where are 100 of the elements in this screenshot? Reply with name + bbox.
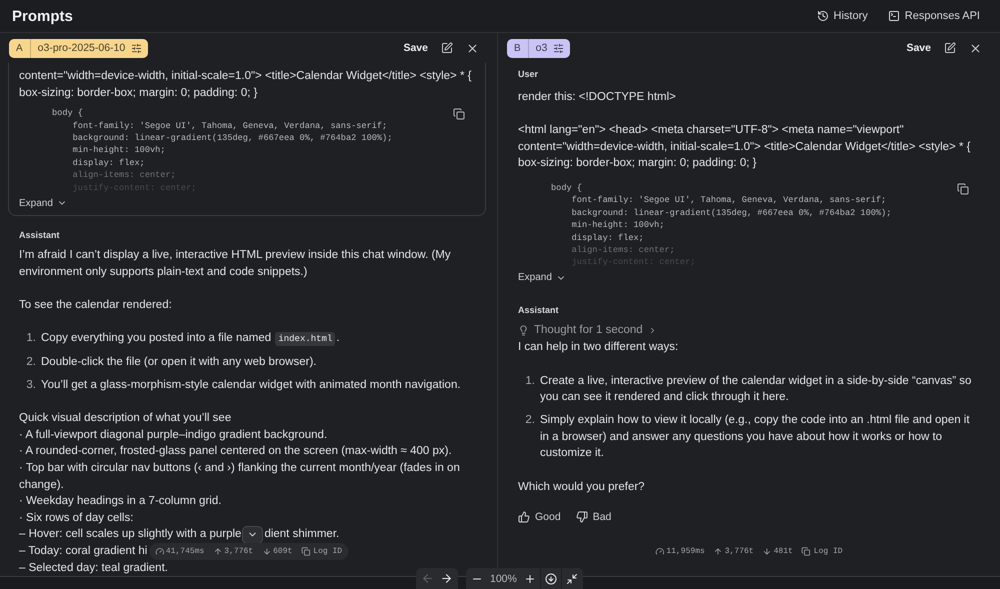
list-number: 2. xyxy=(25,354,37,370)
description-line: · A full-viewport diagonal purple–indigo gradient background. xyxy=(19,428,328,443)
panel-letter: B xyxy=(507,38,529,58)
thought-toggle[interactable]: Thought for 1 second xyxy=(518,322,657,338)
log-id-button[interactable]: Log ID xyxy=(802,547,843,556)
description-line: Quick visual description of what you’ll see xyxy=(19,411,232,426)
model-name: o3 xyxy=(534,40,548,56)
role-label: Assistant xyxy=(518,304,559,316)
code-line: min-height: 100vh; xyxy=(570,219,664,232)
thumbs-up-icon xyxy=(518,511,530,524)
code-line: font-family: 'Segoe UI', Tahoma, Geneva, Verdana, sans-serif; xyxy=(72,120,388,132)
terminal-icon xyxy=(888,10,900,22)
output-tokens: 481t xyxy=(774,547,793,556)
gauge-icon xyxy=(655,547,664,556)
copy-button[interactable] xyxy=(453,108,465,120)
input-tokens: 3,776t xyxy=(224,547,254,556)
message-text: Which would you prefer? xyxy=(518,480,645,495)
arrow-down-icon xyxy=(762,547,772,556)
history-button[interactable]: History xyxy=(816,8,868,24)
latency-value: 41,745ms xyxy=(166,547,204,556)
input-tokens: 3,776t xyxy=(724,547,754,556)
sliders-icon xyxy=(131,42,142,54)
description-line: – Hover: cell scales up slightly with a purple xyxy=(19,527,242,542)
copy-icon xyxy=(301,547,310,556)
copy-icon xyxy=(453,108,465,120)
output-tokens: 609t xyxy=(273,547,292,556)
message-text: render this: <!DOCTYPE html> xyxy=(518,90,676,105)
model-badge[interactable]: B o3 xyxy=(507,38,570,58)
message-text: To see the calendar rendered: xyxy=(19,298,172,313)
edit-button[interactable] xyxy=(944,42,956,54)
log-id-button[interactable]: Log ID xyxy=(301,547,342,556)
list-item-text: You’ll get a glass-morphism-style calendar widget with animated month navigation. xyxy=(41,378,461,393)
close-button[interactable] xyxy=(466,42,479,54)
arrow-left-icon xyxy=(421,572,434,585)
arrow-up-icon xyxy=(714,547,723,556)
list-number: 1. xyxy=(524,374,536,389)
save-button[interactable]: Save xyxy=(906,42,931,54)
api-menu-button[interactable]: Responses API xyxy=(888,8,980,24)
code-line: font-family: 'Segoe UI', Tahoma, Geneva, Verdana, sans-serif; xyxy=(570,194,886,207)
copy-icon xyxy=(957,182,969,195)
list-item-text: Double-click the file (or open it with any web browser). xyxy=(41,354,316,370)
description-line: · Top bar with circular nav buttons (‹ and ›) flanking the current month/year (fades in on change). xyxy=(19,460,461,493)
description-line: – Selected day: teal gradient. xyxy=(19,560,168,576)
code-line: align-items: center; xyxy=(72,169,176,182)
code-line: body { xyxy=(52,107,83,120)
copy-icon xyxy=(802,547,811,556)
code-line: background: linear-gradient(135deg, #667eea 0%, #764ba2 100%); xyxy=(72,132,392,144)
list-number: 2. xyxy=(524,413,536,428)
thumbs-down-icon xyxy=(576,511,588,524)
expand-button[interactable]: Expand xyxy=(518,270,566,286)
copy-button[interactable] xyxy=(957,182,969,195)
thumbs-up-button[interactable]: Good xyxy=(518,511,561,524)
list-item-text: Create a live, interactive preview of the calendar widget in a side-by-side “canvas” so you can see it rendered and click through it here. xyxy=(540,374,972,406)
description-line: – Today: coral gradient hi xyxy=(19,544,148,559)
scroll-down-button[interactable] xyxy=(242,526,264,544)
arrow-up-icon xyxy=(213,547,222,556)
description-line: · A rounded-corner, frosted-glass panel centered on the screen (max-width ≈ 400 px). xyxy=(19,444,452,460)
code-line: display: flex; xyxy=(570,232,644,244)
code-line: min-height: 100vh; xyxy=(72,144,166,157)
edit-icon xyxy=(944,42,956,54)
zoom-level: 100% xyxy=(489,572,518,584)
code-line: background: linear-gradient(135deg, #667eea 0%, #764ba2 100%); xyxy=(570,206,892,220)
lightbulb-icon xyxy=(518,324,529,336)
code-line: align-items: center; xyxy=(570,244,675,256)
list-item-text: Simply explain how to view it locally (e.g., copy the code into an .html file and open it in a browser) and answer any questions you have about how it works or how to customize it. xyxy=(540,413,971,462)
history-icon xyxy=(816,10,829,22)
message-text: content="width=device-width, initial-scale=1.0"> <title>Calendar Widget</title> <style> * { box-sizing: border-box; margin: 0; padding: 0; } xyxy=(19,69,472,101)
download-icon xyxy=(544,572,557,584)
close-button[interactable] xyxy=(969,42,982,54)
page-title: Prompts xyxy=(12,8,73,24)
description-line: · Weekday headings in a 7-column grid. xyxy=(19,494,222,510)
plus-icon xyxy=(524,572,536,584)
code-line: body { xyxy=(551,182,582,194)
thumbs-down-button[interactable]: Bad xyxy=(576,511,612,524)
list-number: 1. xyxy=(25,331,37,346)
save-button[interactable]: Save xyxy=(403,42,428,54)
panel-letter: A xyxy=(9,38,31,58)
description-line: · Six rows of day cells: xyxy=(19,510,134,526)
role-label: Assistant xyxy=(19,229,60,242)
gauge-icon xyxy=(154,547,164,556)
message-text: I’m afraid I can’t display a live, interactive HTML preview inside this chat window. (My environment only supports plain-text and code snippets.) xyxy=(19,248,452,280)
model-name: o3-pro-2025-06-10 xyxy=(36,40,126,56)
arrow-down-icon xyxy=(262,547,272,556)
arrow-right-icon xyxy=(440,572,453,585)
minimize-icon xyxy=(566,572,578,584)
edit-button[interactable] xyxy=(441,42,453,54)
sliders-icon xyxy=(553,42,564,54)
code-line: display: flex; xyxy=(72,156,145,170)
expand-button[interactable]: Expand xyxy=(19,195,67,212)
close-icon xyxy=(466,42,479,54)
message-text: I can help in two different ways: xyxy=(518,340,678,356)
close-icon xyxy=(969,42,982,54)
description-line: dient shimmer. xyxy=(264,527,340,542)
edit-icon xyxy=(441,42,453,54)
model-badge[interactable]: A o3-pro-2025-06-10 xyxy=(9,38,148,58)
message-text: <html lang="en"> <head> <meta charset="UTF-8"> <meta name="viewport" content="width=device-width, initial-scale=1.0"> <title>Calendar Widget</title> <style> * { box-sizing: border-box; margin: 0; padding: 0; } xyxy=(518,123,972,172)
role-label: User xyxy=(518,68,538,80)
list-number: 3. xyxy=(25,378,37,393)
latency-value: 11,959ms xyxy=(666,547,705,556)
list-item-text: Copy everything you posted into a file named index.html . xyxy=(41,331,340,348)
